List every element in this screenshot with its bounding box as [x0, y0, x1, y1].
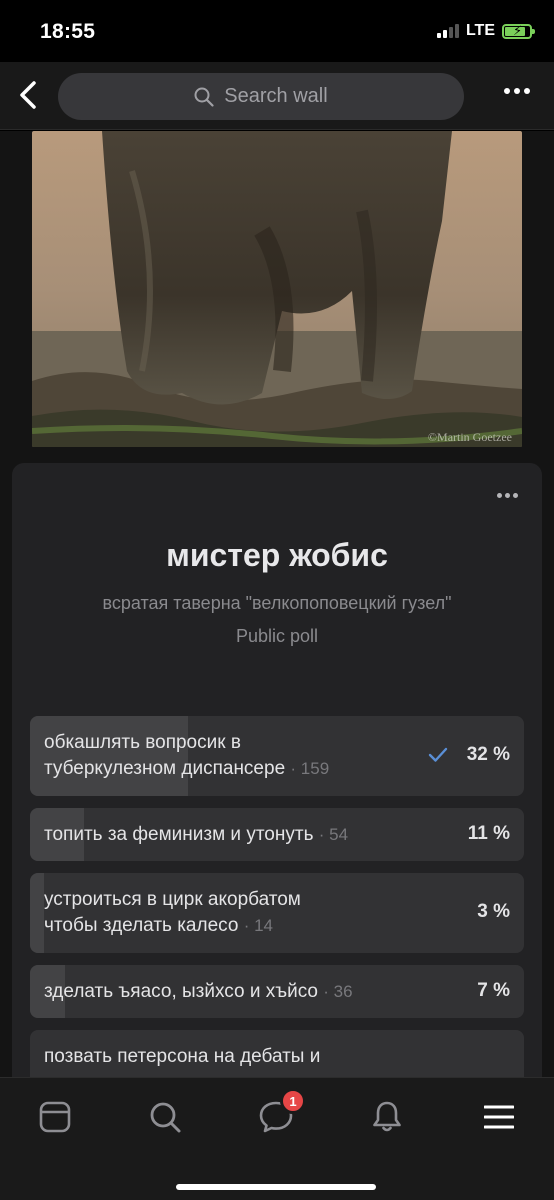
- tab-search[interactable]: [142, 1094, 188, 1140]
- photo-watermark: ©Martin Goetzee: [428, 430, 512, 444]
- poll-option-percent: 3 %: [477, 901, 510, 922]
- poll-option-text: устроиться в цирк акорбатом: [44, 889, 301, 910]
- poll-type: Public poll: [235, 626, 319, 646]
- poll-option-fill: [30, 873, 44, 953]
- poll-option-votes: · 36: [323, 982, 353, 1001]
- poll-option[interactable]: обкашлять вопросик в туберкулезном диспа…: [30, 716, 524, 796]
- status-indicators: LTE ⚡: [436, 22, 535, 40]
- signal-icon: [436, 24, 459, 38]
- bottom-tab-bar: 1: [0, 1077, 554, 1200]
- chevron-left-icon: [20, 81, 36, 109]
- poll-title: мистер жобис: [166, 537, 388, 573]
- poll-option[interactable]: устроиться в цирк акорбатом чтобы зделат…: [30, 873, 524, 953]
- feed-icon: [39, 1101, 71, 1133]
- search-wall-input[interactable]: Search wall: [58, 73, 464, 120]
- poll-option-text: топить за феминизм и утонуть: [44, 824, 314, 845]
- poll-option-text: зделать ъяасо, ызйхсо и хъйсо: [44, 981, 318, 1002]
- home-indicator[interactable]: [176, 1184, 376, 1190]
- top-navigation-bar: Search wall: [0, 62, 554, 130]
- poll-option-percent: 11 %: [467, 823, 510, 844]
- wall-feed[interactable]: ©Martin Goetzee мистер жобис всратая тав…: [0, 131, 554, 1077]
- post-photo[interactable]: ©Martin Goetzee: [32, 131, 522, 447]
- poll-option-percent: 32 %: [466, 744, 510, 765]
- search-placeholder: Search wall: [224, 85, 328, 107]
- poll-author: всратая таверна "велкопоповецкий гузел": [102, 593, 452, 613]
- poll-more-button[interactable]: [497, 493, 518, 498]
- checkmark-icon: [428, 747, 448, 762]
- search-icon: [150, 1102, 181, 1133]
- poll-option-text: чтобы зделать калесо: [44, 915, 239, 936]
- tab-notifications[interactable]: [364, 1094, 410, 1140]
- poll-option[interactable]: позвать петерсона на дебаты и: [30, 1030, 524, 1077]
- poll-option[interactable]: топить за феминизм и утонуть · 54 11 %: [30, 808, 524, 861]
- more-options-button[interactable]: [504, 88, 530, 94]
- tab-news-feed[interactable]: [32, 1094, 78, 1140]
- bell-icon: [373, 1101, 401, 1132]
- hamburger-menu-icon: [484, 1105, 514, 1129]
- poll-card: мистер жобис всратая таверна "велкопопов…: [12, 463, 542, 1077]
- animal-in-mud-image: ©Martin Goetzee: [32, 131, 522, 447]
- tab-menu[interactable]: [476, 1094, 522, 1140]
- poll-option-votes: · 14: [243, 916, 274, 935]
- network-type: LTE: [465, 22, 495, 39]
- poll-option-text: обкашлять вопросик в: [44, 732, 241, 753]
- poll-option-text: туберкулезном диспансере: [44, 758, 286, 779]
- poll-option-percent: 7 %: [477, 980, 510, 1001]
- back-button[interactable]: [12, 78, 46, 112]
- search-icon: [194, 87, 214, 107]
- messages-unread-badge: 1: [280, 1088, 306, 1114]
- status-bar: 18:55 LTE ⚡: [0, 0, 554, 62]
- poll-option-votes: · 159: [290, 759, 330, 778]
- status-time: 18:55: [40, 20, 96, 43]
- poll-option-text: позвать петерсона на дебаты и: [44, 1046, 321, 1067]
- battery-icon: ⚡: [502, 23, 535, 39]
- poll-option[interactable]: зделать ъяасо, ызйхсо и хъйсо · 36 7 %: [30, 965, 524, 1018]
- poll-option-votes: · 54: [318, 825, 349, 844]
